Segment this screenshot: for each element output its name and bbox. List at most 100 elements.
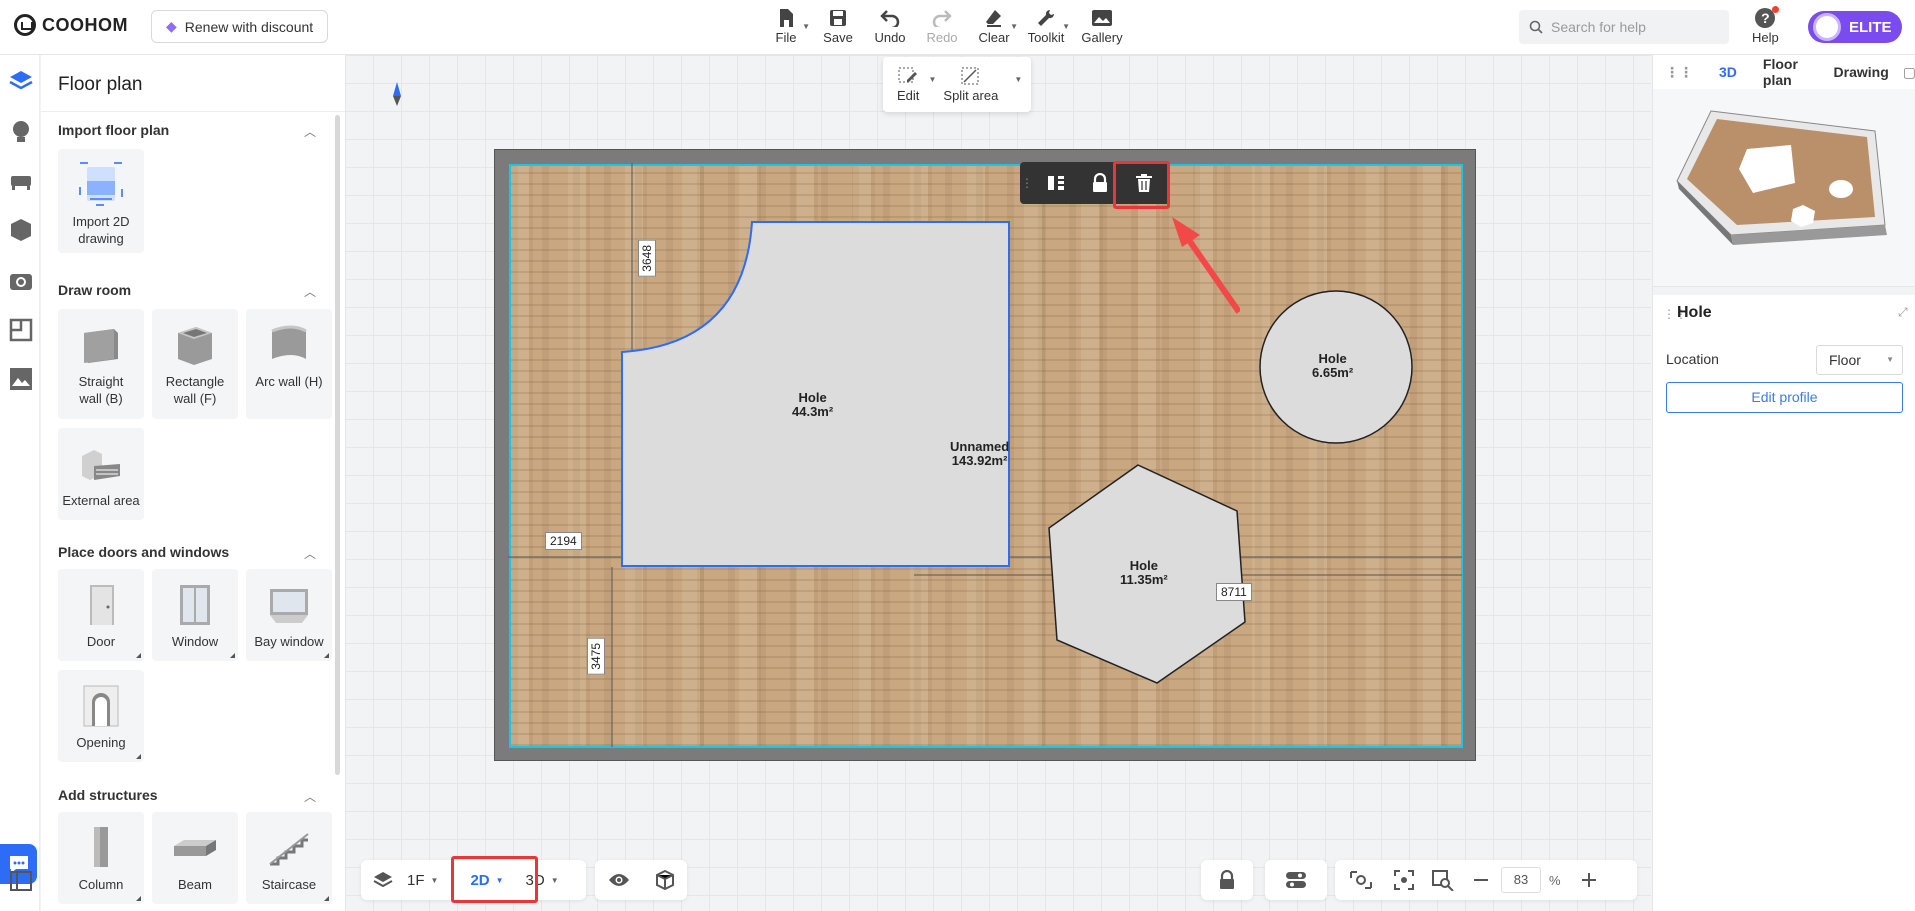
3d-preview[interactable] — [1653, 89, 1915, 287]
door-card[interactable]: Door — [58, 569, 144, 661]
right-panel: ⋮⋮ 3D Floor plan Drawing ▢ ⋮⋮ Hole ⤢ Loc… — [1652, 55, 1915, 911]
section-title-import: Import floor plan — [58, 122, 170, 138]
opening-card[interactable]: Opening — [58, 670, 144, 762]
expand-corner-icon — [136, 653, 141, 658]
renew-button[interactable]: ◆ Renew with discount — [151, 10, 329, 43]
expand-icon[interactable]: ⤢ — [1898, 305, 1908, 320]
materials-icon[interactable] — [8, 217, 34, 243]
gallery-button[interactable]: Gallery — [1072, 6, 1132, 45]
external-area-card[interactable]: External area — [58, 428, 144, 520]
window-card[interactable]: Window — [152, 569, 238, 661]
section-title-doors-windows: Place doors and windows — [58, 544, 230, 560]
chevron-down-icon: ▼ — [1010, 22, 1018, 31]
expand-corner-icon — [136, 896, 141, 901]
search-box[interactable] — [1519, 10, 1729, 44]
terrain-icon[interactable] — [8, 366, 34, 392]
redo-label: Redo — [926, 30, 958, 45]
layout-icon[interactable] — [8, 317, 34, 343]
fit-view-icon[interactable] — [1393, 869, 1415, 891]
edit-profile-button[interactable]: Edit profile — [1666, 382, 1903, 413]
help-button[interactable]: ? Help — [1752, 6, 1780, 45]
eye-icon[interactable] — [608, 872, 630, 888]
elite-badge[interactable]: ELITE — [1808, 11, 1902, 43]
brand-logo[interactable]: COOHOM — [14, 14, 128, 36]
chevron-down-icon: ▼ — [550, 875, 559, 885]
view-2d-highlight — [451, 856, 538, 903]
settings-toggle-icon[interactable] — [1285, 870, 1307, 890]
camera-icon[interactable] — [8, 268, 34, 294]
undo-label: Undo — [874, 30, 906, 45]
rectangle-wall-card[interactable]: Rectangle wall (F) — [152, 309, 238, 419]
zoom-in-icon[interactable] — [1581, 872, 1597, 888]
bay-window-card[interactable]: Bay window — [246, 569, 332, 661]
chevron-down-icon: ▼ — [802, 22, 810, 31]
column-icon — [78, 824, 124, 870]
dimension-label[interactable]: 2194 — [545, 532, 582, 550]
toggle-bar — [1265, 860, 1327, 900]
arc-wall-card[interactable]: Arc wall (H) — [246, 309, 332, 419]
section-title-draw-room: Draw room — [58, 282, 132, 298]
compass-north-icon[interactable] — [393, 82, 401, 96]
zoom-out-icon[interactable] — [1473, 872, 1489, 888]
card-label: Import 2D drawing — [72, 214, 130, 246]
chevron-down-icon: ▼ — [1886, 355, 1894, 364]
furniture-icon[interactable] — [8, 168, 34, 194]
split-area-button[interactable]: Split area ▼ — [933, 67, 1022, 103]
chevron-down-icon: ▼ — [1062, 22, 1070, 31]
avatar — [1813, 13, 1841, 41]
cad-file-icon — [78, 161, 124, 207]
zoom-area-icon[interactable] — [1431, 869, 1455, 891]
hole-label: Hole 44.3m² — [792, 390, 834, 419]
chevron-up-icon[interactable]: ︿ — [304, 788, 316, 805]
tab-drawing[interactable]: Drawing — [1834, 64, 1889, 80]
clear-button[interactable]: Clear ▼ — [968, 6, 1020, 45]
lock-icon[interactable] — [1218, 870, 1236, 890]
expand-corner-icon — [230, 653, 235, 658]
redo-icon — [916, 6, 968, 30]
mirror-icon — [1048, 176, 1064, 190]
import-2d-card[interactable]: Import 2D drawing — [58, 149, 144, 253]
floor-plan-icon[interactable] — [8, 68, 34, 94]
location-select[interactable]: Floor ▼ — [1816, 345, 1903, 375]
view-settings-icon[interactable] — [1349, 870, 1373, 890]
lighting-icon[interactable] — [8, 119, 34, 145]
cube-view-icon[interactable] — [655, 870, 675, 890]
straight-wall-card[interactable]: Straight wall (B) — [58, 309, 144, 419]
save-button[interactable]: Save — [812, 6, 864, 45]
redo-button[interactable]: Redo — [916, 6, 968, 45]
undo-button[interactable]: Undo — [864, 6, 916, 45]
chevron-up-icon[interactable]: ︿ — [304, 545, 316, 562]
undo-icon — [864, 6, 916, 30]
delete-highlight — [1113, 161, 1170, 209]
zoom-input[interactable]: 83 — [1501, 867, 1541, 893]
card-label: Bay window — [254, 634, 324, 649]
section-title-structures: Add structures — [58, 787, 158, 803]
opening-icon — [78, 682, 124, 728]
mirror-button[interactable] — [1034, 162, 1078, 204]
drag-handle-icon[interactable]: ⋮⋮ — [1665, 64, 1693, 81]
tab-floor-plan[interactable]: Floor plan — [1763, 56, 1824, 88]
file-button[interactable]: File ▼ — [760, 6, 812, 45]
dimension-label[interactable]: 3475 — [587, 638, 605, 675]
panel-scrollbar[interactable] — [335, 115, 340, 775]
dimension-label[interactable]: 8711 — [1216, 583, 1252, 601]
drag-handle-icon[interactable]: ⋮ — [1020, 176, 1034, 190]
column-card[interactable]: Column — [58, 812, 144, 904]
help-label: Help — [1752, 30, 1779, 45]
floor-selector[interactable]: 1F ▼ — [373, 871, 438, 889]
toolkit-button[interactable]: Toolkit ▼ — [1020, 6, 1072, 45]
beam-card[interactable]: Beam — [152, 812, 238, 904]
dimension-label[interactable]: 3648 — [638, 240, 656, 277]
save-icon — [812, 6, 864, 30]
staircase-card[interactable]: Staircase — [246, 812, 332, 904]
edit-label: Edit — [897, 87, 920, 103]
sidebar-toggle-icon[interactable] — [8, 868, 34, 894]
chevron-up-icon[interactable]: ︿ — [304, 283, 316, 300]
tab-3d[interactable]: 3D — [1719, 64, 1737, 80]
chevron-up-icon[interactable]: ︿ — [304, 123, 316, 140]
layers-icon — [373, 872, 393, 888]
arc-wall-icon — [266, 321, 312, 367]
search-input[interactable] — [1551, 19, 1721, 35]
expand-icon[interactable]: ▢ — [1903, 64, 1915, 81]
edit-button[interactable]: Edit ▼ — [883, 67, 936, 103]
